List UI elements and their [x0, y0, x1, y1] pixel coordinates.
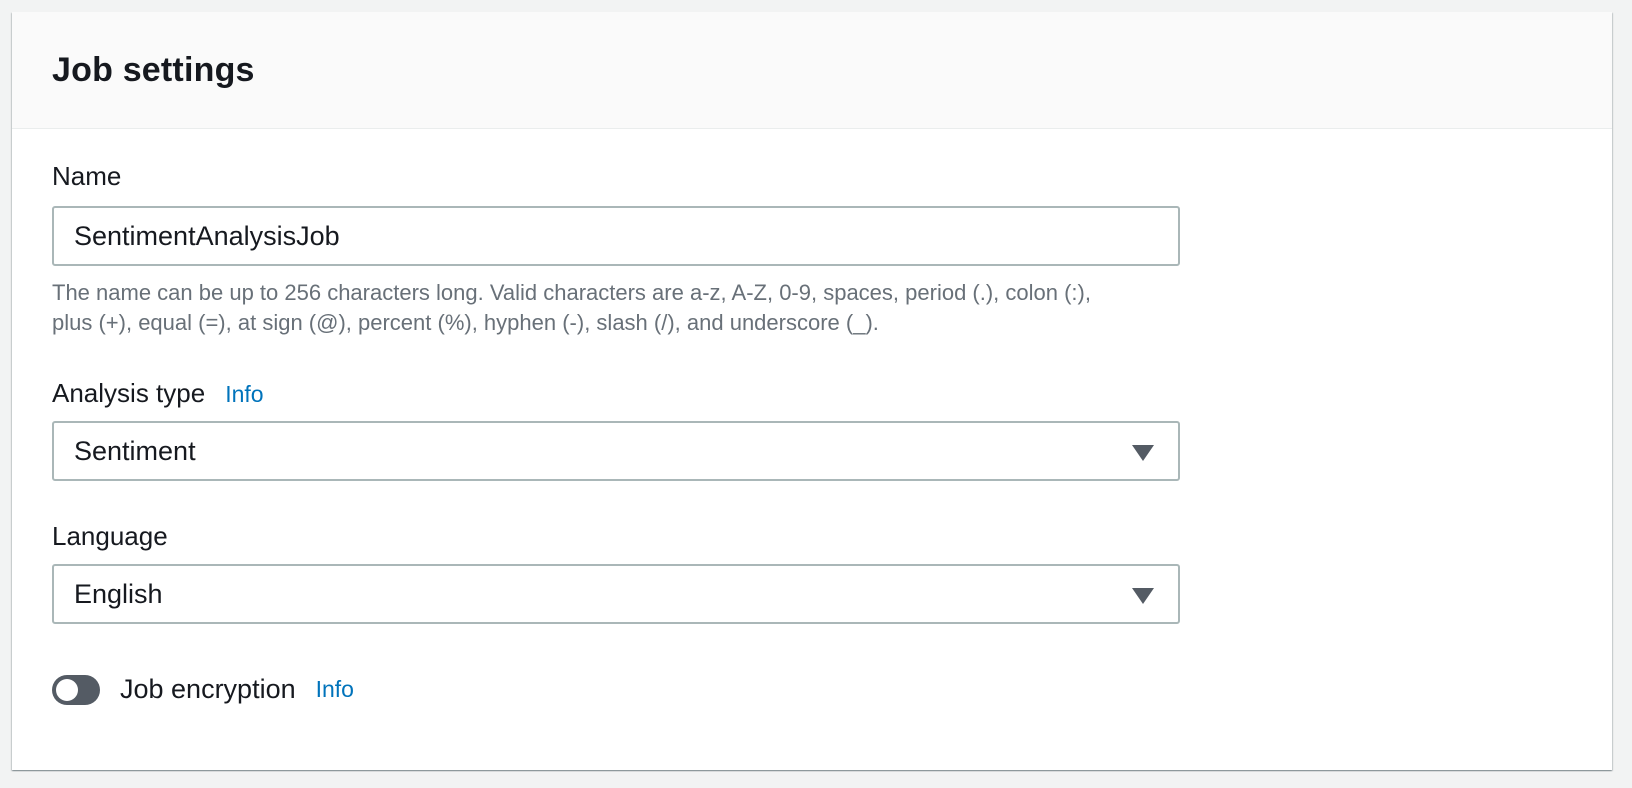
- job-encryption-toggle[interactable]: [52, 674, 100, 705]
- language-field-group: Language English: [52, 481, 1612, 624]
- language-selected-value: English: [74, 578, 163, 609]
- name-input[interactable]: [52, 206, 1180, 266]
- name-constraint-line-1: The name can be up to 256 characters lon…: [52, 280, 1091, 305]
- panel-title: Job settings: [52, 50, 255, 89]
- caret-down-icon: [1132, 445, 1154, 461]
- analysis-type-field-group: Analysis type Info Sentiment: [52, 338, 1612, 481]
- language-label-row: Language: [52, 521, 1612, 552]
- name-constraint-line-2: plus (+), equal (=), at sign (@), percen…: [52, 310, 879, 335]
- analysis-type-select[interactable]: Sentiment: [52, 421, 1180, 481]
- name-constraint-text: The name can be up to 256 characters lon…: [52, 278, 1192, 338]
- toggle-knob: [56, 678, 78, 701]
- job-encryption-label: Job encryption: [120, 674, 296, 704]
- language-label: Language: [52, 521, 168, 551]
- panel-body: Name The name can be up to 256 character…: [12, 129, 1612, 705]
- analysis-type-label: Analysis type: [52, 378, 206, 408]
- analysis-type-label-row: Analysis type Info: [52, 378, 1612, 409]
- analysis-type-info-link[interactable]: Info: [225, 381, 263, 408]
- name-label: Name: [52, 161, 122, 191]
- name-label-row: Name: [52, 161, 1612, 192]
- panel-header: Job settings: [12, 12, 1612, 129]
- job-encryption-info-link[interactable]: Info: [316, 676, 354, 703]
- job-encryption-row: Job encryption Info: [52, 674, 1612, 705]
- analysis-type-selected-value: Sentiment: [74, 435, 196, 466]
- caret-down-icon: [1132, 588, 1154, 604]
- name-field-group: Name The name can be up to 256 character…: [52, 129, 1612, 338]
- language-select[interactable]: English: [52, 564, 1180, 624]
- job-settings-panel: Job settings Name The name can be up to …: [12, 12, 1612, 770]
